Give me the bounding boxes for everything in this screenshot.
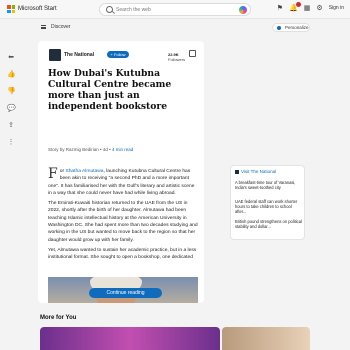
microsoft-start-logo[interactable]: Microsoft Start xyxy=(7,5,57,13)
read-time: 4 min read xyxy=(111,147,134,152)
panel-story-2[interactable]: UAE federal staff can work shorter hours… xyxy=(235,199,303,215)
microsoft-logo-icon xyxy=(7,5,15,13)
gift-icon[interactable]: ⚑ xyxy=(277,4,283,12)
left-rail: ⬅ 👍 👎 💬 ⇪ ⋮ xyxy=(4,54,18,156)
share-icon[interactable]: ⇪ xyxy=(7,122,15,130)
more-options-icon[interactable]: ⋮ xyxy=(7,139,15,147)
top-bar: Microsoft Start Search the web ⚑ 🔔 ▦ ⚙ S… xyxy=(0,0,350,19)
personalize-button[interactable]: Personalize xyxy=(272,23,310,32)
dislike-icon[interactable]: 👎 xyxy=(7,88,16,96)
panel-story-3[interactable]: British pound strengthens on political s… xyxy=(235,219,303,229)
author-name[interactable]: Razmig Bedirian xyxy=(66,147,99,152)
article-body: For Shatha Almutawa, launching Kutubna C… xyxy=(48,166,198,265)
drop-cap: F xyxy=(48,166,58,182)
publisher-row: The National + Follow 22.9K Followers xyxy=(49,49,196,62)
copilot-icon[interactable] xyxy=(239,6,247,14)
search-icon xyxy=(106,6,113,13)
article-card: The National + Follow 22.9K Followers Ho… xyxy=(38,41,204,303)
continue-reading-button[interactable]: Continue reading xyxy=(89,288,162,298)
search-placeholder: Search the web xyxy=(116,7,151,13)
sign-in-button[interactable]: Sign in xyxy=(329,5,344,11)
back-icon[interactable]: ⬅ xyxy=(7,54,15,62)
recommended-story-image-2[interactable] xyxy=(222,327,310,350)
apps-icon[interactable]: ▦ xyxy=(304,4,311,12)
top-icons: ⚑ 🔔 ▦ ⚙ Sign in xyxy=(277,2,344,12)
notification-badge xyxy=(295,2,301,7)
publisher-name[interactable]: The National xyxy=(64,52,94,58)
paragraph-1: For Shatha Almutawa, launching Kutubna C… xyxy=(48,166,195,196)
notifications-icon[interactable]: 🔔 xyxy=(289,2,301,12)
comment-icon[interactable]: 💬 xyxy=(7,105,16,113)
discover-link[interactable]: Discover xyxy=(51,24,70,30)
article-headline: How Dubai's Kutubna Cultural Centre beca… xyxy=(48,68,172,112)
publisher-panel: Visit The National A breakfast-time tour… xyxy=(230,165,305,240)
settings-icon[interactable]: ⚙ xyxy=(316,4,322,12)
recommended-story-image-1[interactable] xyxy=(40,327,220,350)
like-icon[interactable]: 👍 xyxy=(7,71,16,79)
byline: Story by Razmig Bedirian • 4d • 4 min re… xyxy=(48,147,134,152)
follow-button[interactable]: + Follow xyxy=(107,51,129,58)
menu-icon[interactable] xyxy=(41,25,46,29)
brand-name: Microsoft Start xyxy=(18,6,57,12)
sub-nav: Discover Personalize xyxy=(0,20,350,34)
panel-story-1[interactable]: A breakfast-time tour of Varanasi, India… xyxy=(235,180,303,190)
panel-heading[interactable]: Visit The National xyxy=(235,169,276,174)
publisher-logo[interactable] xyxy=(49,49,61,61)
author-link[interactable]: Shatha Almutawa xyxy=(65,169,103,174)
more-for-you-heading: More for You xyxy=(40,315,77,321)
paragraph-3: Yet, Almutawa wanted to sustain her acad… xyxy=(48,247,197,261)
search-box[interactable]: Search the web xyxy=(99,3,251,16)
paragraph-2: The Emirati-Kuwaiti historian returned t… xyxy=(48,201,198,243)
open-external-icon[interactable] xyxy=(189,50,196,57)
